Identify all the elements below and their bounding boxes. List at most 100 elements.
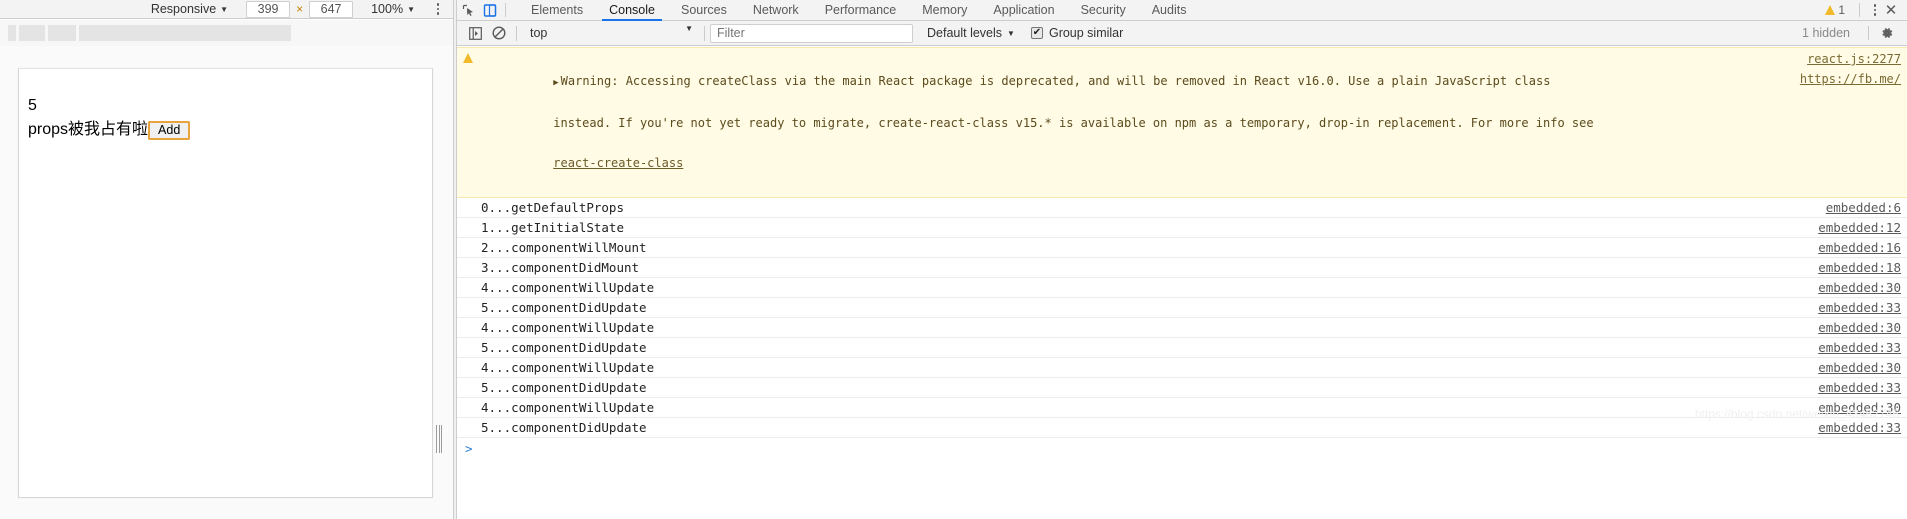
tab-application[interactable]: Application bbox=[980, 0, 1067, 21]
device-width-input[interactable] bbox=[246, 0, 291, 18]
log-text: 4...componentWillUpdate bbox=[481, 320, 655, 335]
log-levels-dropdown[interactable]: Default levels ▼ bbox=[927, 26, 1015, 40]
device-toolbar-more-button[interactable] bbox=[431, 0, 445, 19]
warning-source-link-2[interactable]: https://fb.me/ bbox=[1800, 72, 1901, 86]
clear-console-icon[interactable] bbox=[487, 21, 511, 46]
log-text: 5...componentDidUpdate bbox=[481, 380, 647, 395]
console-log-row[interactable]: 0...getDefaultProps embedded:6 bbox=[457, 198, 1907, 218]
toolbar-divider bbox=[1859, 3, 1860, 17]
props-row: props被我占有啦 Add bbox=[28, 119, 432, 141]
log-source-link[interactable]: embedded:33 bbox=[1818, 298, 1901, 318]
devtools-more-button[interactable] bbox=[1868, 0, 1882, 21]
device-ruler-blocks bbox=[8, 25, 291, 41]
tab-memory[interactable]: Memory bbox=[909, 0, 980, 21]
console-message-list[interactable]: react.js:2277 https://fb.me/ ▶ Warning: A… bbox=[457, 47, 1907, 519]
warning-triangle-icon bbox=[1825, 5, 1836, 15]
device-zoom-dropdown[interactable]: 100% ▼ bbox=[371, 2, 415, 16]
group-similar-label: Group similar bbox=[1048, 26, 1124, 40]
warning-source-link-1[interactable]: react.js:2277 bbox=[1807, 52, 1901, 66]
tab-network[interactable]: Network bbox=[740, 0, 812, 21]
devtools-panel: Elements Console Sources Network Perform… bbox=[457, 0, 1907, 519]
ruler-block bbox=[48, 25, 76, 41]
log-source-link[interactable]: embedded:33 bbox=[1818, 338, 1901, 358]
tab-security[interactable]: Security bbox=[1068, 0, 1139, 21]
warning-line-1: Warning: Accessing createClass via the m… bbox=[560, 74, 1551, 88]
tab-elements[interactable]: Elements bbox=[518, 0, 596, 21]
console-log-row[interactable]: 4...componentWillUpdate embedded:30 bbox=[457, 278, 1907, 298]
log-source-link[interactable]: embedded:33 bbox=[1818, 418, 1901, 438]
console-log-row[interactable]: 5...componentDidUpdate embedded:33 bbox=[457, 338, 1907, 358]
chevron-down-icon: ▼ bbox=[220, 5, 229, 14]
toolbar-divider bbox=[505, 3, 506, 17]
counter-value: 5 bbox=[28, 97, 37, 114]
warning-count-value: 1 bbox=[1838, 3, 1845, 17]
tab-performance[interactable]: Performance bbox=[812, 0, 910, 21]
device-preset-label: Responsive bbox=[150, 2, 217, 16]
tab-audits[interactable]: Audits bbox=[1139, 0, 1200, 21]
prompt-caret-icon: > bbox=[465, 441, 473, 456]
log-source-link[interactable]: embedded:30 bbox=[1818, 278, 1901, 298]
tab-sources[interactable]: Sources bbox=[668, 0, 740, 21]
log-source-link[interactable]: embedded:30 bbox=[1818, 398, 1901, 418]
console-log-row[interactable]: 1...getInitialState embedded:12 bbox=[457, 218, 1907, 238]
chevron-down-icon: ▼ bbox=[407, 5, 415, 14]
toolbar-divider bbox=[1868, 26, 1869, 40]
device-zoom-label: 100% bbox=[371, 2, 404, 16]
console-log-row[interactable]: 4...componentWillUpdate embedded:30 bbox=[457, 318, 1907, 338]
warning-triangle-icon bbox=[463, 53, 473, 63]
console-log-row[interactable]: 4...componentWillUpdate embedded:30 bbox=[457, 358, 1907, 378]
console-log-row[interactable]: 2...componentWillMount embedded:16 bbox=[457, 238, 1907, 258]
checkbox-icon: ✔ bbox=[1030, 27, 1043, 39]
console-filter-input[interactable] bbox=[710, 23, 913, 43]
log-levels-label: Default levels bbox=[927, 26, 1003, 40]
log-source-link[interactable]: embedded:33 bbox=[1818, 378, 1901, 398]
log-source-link[interactable]: embedded:6 bbox=[1826, 198, 1901, 218]
console-sidebar-toggle-icon[interactable] bbox=[463, 21, 487, 46]
log-source-link[interactable]: embedded:30 bbox=[1818, 318, 1901, 338]
warning-line-3-link[interactable]: react-create-class bbox=[553, 156, 683, 170]
log-source-link[interactable]: embedded:12 bbox=[1818, 218, 1901, 238]
devtools-tabbar: Elements Console Sources Network Perform… bbox=[457, 0, 1907, 21]
log-text: 5...componentDidUpdate bbox=[481, 300, 647, 315]
log-text: 0...getDefaultProps bbox=[481, 200, 624, 215]
console-log-row[interactable]: 5...componentDidUpdate embedded:33 bbox=[457, 378, 1907, 398]
device-height-input[interactable] bbox=[309, 0, 354, 18]
device-preset-dropdown[interactable]: Responsive ▼ bbox=[151, 2, 228, 16]
inspect-element-icon[interactable] bbox=[457, 0, 479, 21]
settings-gear-icon[interactable] bbox=[1877, 21, 1897, 46]
console-log-row[interactable]: 5...componentDidUpdate embedded:33 bbox=[457, 418, 1907, 438]
warning-count-badge[interactable]: 1 bbox=[1825, 3, 1845, 17]
ruler-block bbox=[19, 25, 45, 41]
log-text: 5...componentDidUpdate bbox=[481, 420, 647, 435]
ruler-block bbox=[8, 25, 16, 41]
device-viewport-area: 5 props被我占有啦 Add bbox=[0, 46, 453, 519]
console-prompt[interactable]: > bbox=[457, 438, 1907, 460]
react-app-root: 5 props被我占有啦 Add bbox=[19, 69, 432, 141]
console-log-row[interactable]: 5...componentDidUpdate embedded:33 bbox=[457, 298, 1907, 318]
tab-console[interactable]: Console bbox=[596, 0, 668, 21]
log-text: 4...componentWillUpdate bbox=[481, 280, 655, 295]
devtools-tabbar-right: 1 ✕ bbox=[1825, 0, 1907, 21]
log-text: 3...componentDidMount bbox=[481, 260, 640, 275]
console-context-dropdown[interactable]: top ▼ bbox=[522, 24, 699, 43]
console-log-row[interactable]: 3...componentDidMount embedded:18 bbox=[457, 258, 1907, 278]
group-similar-checkbox[interactable]: ✔ Group similar bbox=[1030, 26, 1124, 40]
expand-arrow-icon[interactable]: ▶ bbox=[553, 78, 558, 88]
viewport-resize-handle[interactable] bbox=[436, 425, 443, 453]
add-button[interactable]: Add bbox=[148, 120, 191, 140]
log-source-link[interactable]: embedded:16 bbox=[1818, 238, 1901, 258]
warning-line-2: instead. If you're not yet ready to migr… bbox=[553, 116, 1594, 130]
log-source-link[interactable]: embedded:30 bbox=[1818, 358, 1901, 378]
toggle-device-toolbar-icon[interactable] bbox=[479, 0, 501, 21]
console-context-label: top bbox=[530, 26, 548, 40]
log-source-link[interactable]: embedded:18 bbox=[1818, 258, 1901, 278]
close-devtools-button[interactable]: ✕ bbox=[1882, 0, 1900, 21]
dimension-separator: × bbox=[296, 2, 304, 16]
console-warning-message[interactable]: react.js:2277 https://fb.me/ ▶ Warning: A… bbox=[457, 47, 1907, 198]
warning-text-block: ▶ Warning: Accessing createClass via the … bbox=[481, 51, 1751, 193]
console-log-row[interactable]: 4...componentWillUpdate embedded:30 bbox=[457, 398, 1907, 418]
console-toolbar-right: 1 hidden bbox=[1802, 21, 1901, 46]
props-text: props被我占有啦 bbox=[28, 121, 149, 138]
emulated-page-frame[interactable]: 5 props被我占有啦 Add bbox=[18, 68, 433, 498]
toolbar-divider bbox=[516, 25, 517, 41]
